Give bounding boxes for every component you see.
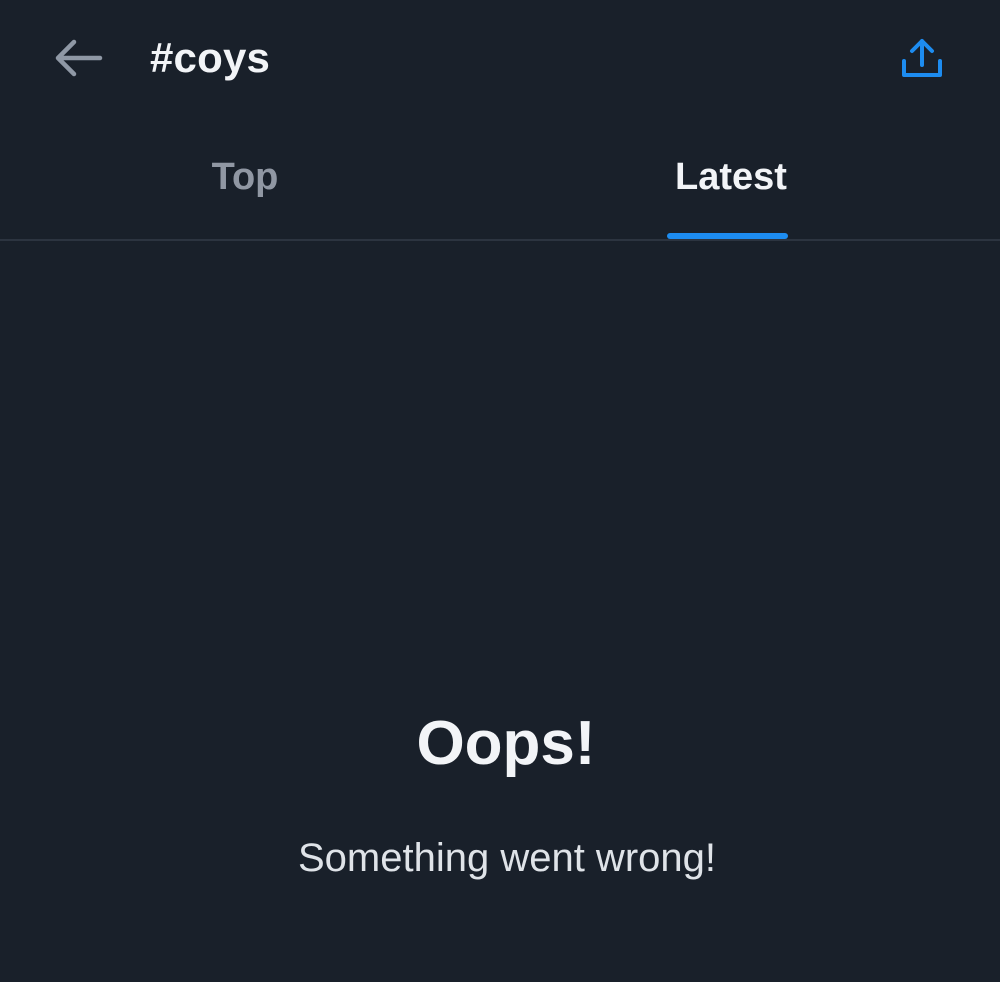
tab-top[interactable]: Top [0,118,500,239]
share-button[interactable] [890,28,954,90]
share-upload-icon [902,39,942,77]
error-title: Oops! [416,709,596,778]
error-message: Something went wrong! [297,836,716,880]
tab-latest-label: Latest [675,155,787,198]
arrow-left-icon [55,39,103,77]
tab-top-label: Top [211,155,279,198]
tab-bar: Top Latest [0,118,1000,239]
top-app-bar: #coys [0,0,1000,118]
tab-latest[interactable]: Latest [500,118,1000,239]
tab-divider [0,239,1000,241]
page-title: #coys [150,34,271,81]
back-button[interactable] [44,28,112,88]
